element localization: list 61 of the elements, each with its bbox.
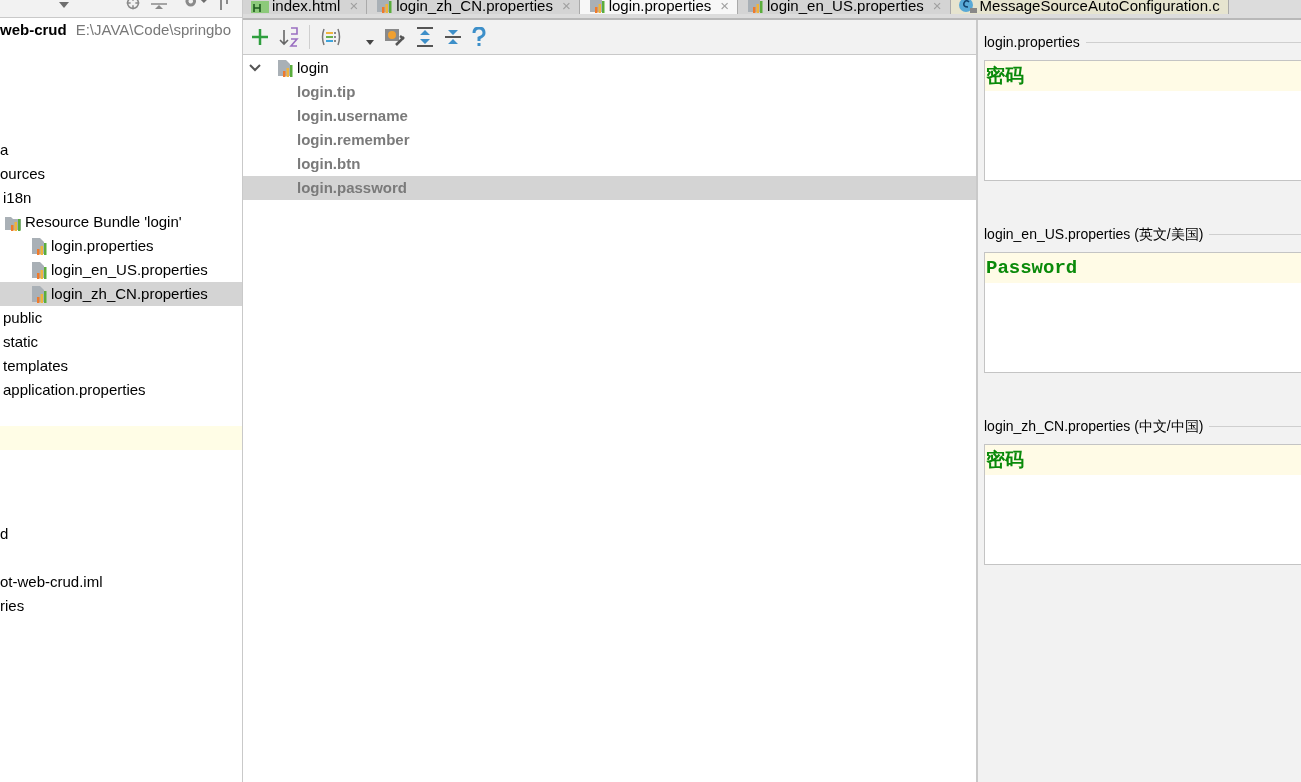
property-key[interactable]: login.username: [243, 104, 976, 128]
locale-file-label: login_en_US.properties (英文/美国): [984, 224, 1204, 244]
html-file-icon: [251, 1, 269, 13]
help-icon[interactable]: [472, 27, 486, 47]
collapse-icon[interactable]: [150, 0, 168, 10]
file-chart-icon: [30, 261, 48, 279]
list-brackets-icon[interactable]: [320, 27, 342, 47]
class-lock-icon: [958, 0, 977, 13]
editor-tab[interactable]: login_en_US.properties ×: [738, 0, 951, 14]
tree-item-label[interactable]: Resource Bundle 'login': [25, 210, 182, 234]
wrench-gear-icon[interactable]: [384, 27, 406, 47]
tree-item-label[interactable]: login_en_US.properties: [51, 258, 208, 282]
property-key[interactable]: login.btn: [243, 152, 976, 176]
tree-item-label[interactable]: web-crud: [0, 18, 67, 42]
tab-label[interactable]: MessageSourceAutoConfiguration.c: [979, 0, 1220, 13]
value-editor[interactable]: 密码: [984, 60, 1301, 181]
crosshair-icon[interactable]: [124, 0, 142, 10]
tree-item-label[interactable]: d: [0, 522, 9, 546]
property-key[interactable]: login.remember: [243, 128, 976, 152]
tab-label[interactable]: login.properties: [608, 0, 712, 13]
file-chart-icon: [746, 0, 764, 13]
tree-item-label[interactable]: static: [3, 330, 38, 354]
tab-label[interactable]: index.html: [272, 0, 341, 13]
tree-item-label[interactable]: application.properties: [3, 378, 146, 402]
dropdown-caret-icon[interactable]: [59, 2, 69, 8]
file-chart-icon: [30, 285, 48, 303]
file-chart-icon: [587, 0, 606, 13]
project-path: E:\JAVA\Code\springbo: [75, 20, 232, 40]
collapse-all-icon[interactable]: [444, 27, 462, 47]
tree-item-label[interactable]: login.properties: [51, 234, 154, 258]
tree-item-label[interactable]: i18n: [3, 186, 32, 210]
value-text: 密码: [985, 61, 1301, 91]
value-editor[interactable]: Password: [984, 252, 1301, 373]
expand-all-icon[interactable]: [416, 27, 434, 47]
dropdown-caret-icon[interactable]: [366, 39, 374, 45]
file-chart-icon: [276, 59, 294, 77]
tree-item-label[interactable]: ot-web-crud.iml: [0, 570, 103, 594]
tree-item-label[interactable]: ources: [0, 162, 46, 186]
file-chart-icon: [375, 0, 394, 13]
value-editor[interactable]: 密码: [984, 444, 1301, 565]
tab-label[interactable]: login_en_US.properties: [767, 0, 924, 13]
tree-item-label[interactable]: public: [3, 306, 43, 330]
editor-tab[interactable]: login.properties ×: [579, 0, 738, 14]
expanded-chevron-icon[interactable]: [249, 64, 261, 72]
editor-tab[interactable]: login_zh_CN.properties ×: [367, 0, 580, 14]
value-text: 密码: [985, 445, 1301, 475]
file-chart-icon: [30, 237, 48, 255]
sort-icon[interactable]: [279, 26, 299, 48]
tab-label[interactable]: login_zh_CN.properties: [396, 0, 553, 13]
tree-item-label[interactable]: a: [0, 138, 9, 162]
tree-item-label[interactable]: templates: [3, 354, 69, 378]
locale-file-label: login_zh_CN.properties (中文/中国): [984, 416, 1204, 436]
editor-tab[interactable]: index.html ×: [243, 0, 368, 14]
locale-file-label: login.properties: [984, 32, 1080, 52]
add-icon[interactable]: [251, 28, 269, 46]
property-key[interactable]: login.tip: [243, 80, 976, 104]
bundle-name[interactable]: login: [297, 56, 329, 80]
tree-item-label[interactable]: login_zh_CN.properties: [51, 282, 208, 306]
tree-item-label[interactable]: ries: [0, 594, 25, 618]
editor-tab[interactable]: MessageSourceAutoConfiguration.c: [950, 0, 1229, 14]
value-text: Password: [985, 253, 1301, 283]
